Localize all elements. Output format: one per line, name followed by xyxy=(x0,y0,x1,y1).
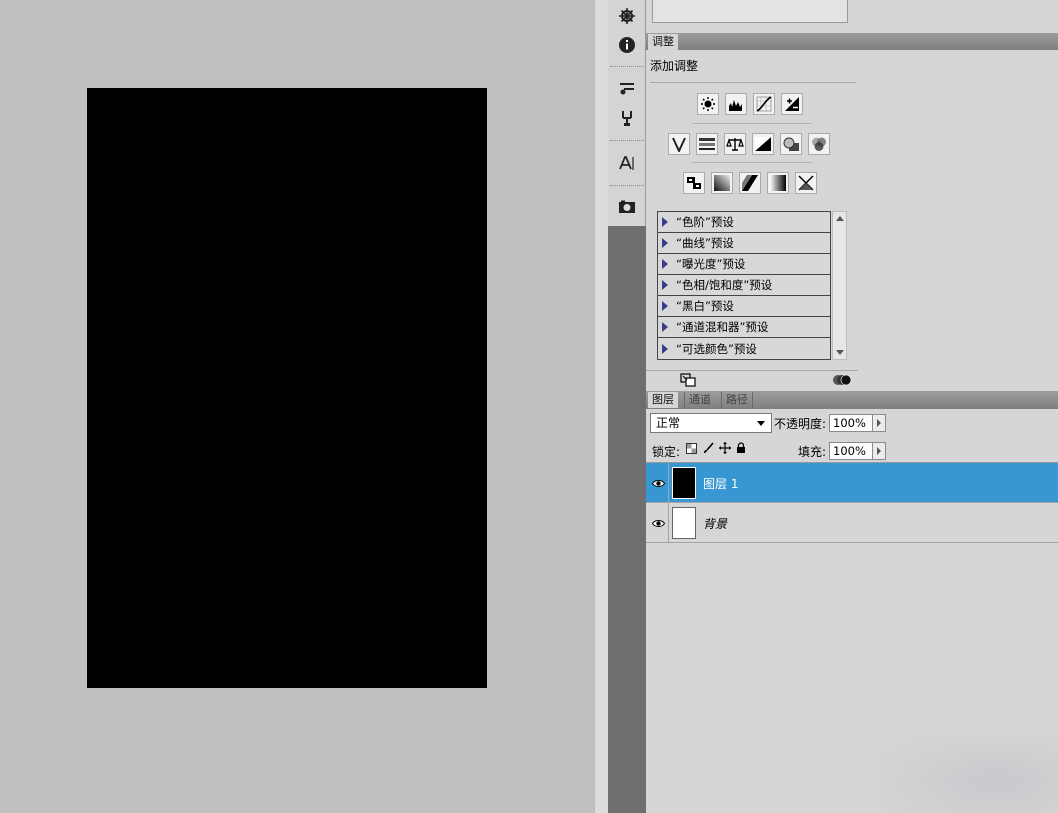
tab-channels[interactable]: 通道 xyxy=(684,392,715,408)
list-item[interactable]: “黑白”预设 xyxy=(658,296,830,317)
fill-input[interactable]: 100% xyxy=(829,442,873,460)
opacity-input[interactable]: 100% xyxy=(829,414,873,432)
presets-scrollbar[interactable] xyxy=(832,211,847,360)
hue-saturation-icon[interactable] xyxy=(696,133,718,155)
invert-icon[interactable] xyxy=(683,172,705,194)
layer-thumbnail xyxy=(672,467,696,499)
expand-triangle-icon[interactable] xyxy=(662,238,668,248)
expand-triangle-icon[interactable] xyxy=(662,322,668,332)
list-item[interactable]: “通道混和器”预设 xyxy=(658,317,830,338)
lock-label: 锁定: xyxy=(652,445,681,459)
lock-pixels-brush-icon[interactable] xyxy=(702,442,714,457)
lock-transparent-icon[interactable] xyxy=(686,442,697,457)
list-item[interactable]: “曝光度”预设 xyxy=(658,254,830,275)
visibility-eye-icon[interactable] xyxy=(649,503,669,543)
upper-panel-remnant xyxy=(652,0,848,23)
list-item[interactable]: “色阶”预设 xyxy=(658,212,830,233)
exposure-icon[interactable] xyxy=(781,93,803,115)
divider xyxy=(650,82,856,83)
adjustment-icons-row-3 xyxy=(683,172,817,194)
color-balance-icon[interactable] xyxy=(724,133,746,155)
opacity-label: 不透明度: xyxy=(774,417,827,431)
expand-triangle-icon[interactable] xyxy=(662,280,668,290)
tab-adjustments[interactable]: 调整 xyxy=(648,34,678,50)
lock-position-move-icon[interactable] xyxy=(719,442,731,457)
layer-row-background[interactable]: 背景 xyxy=(646,503,1058,543)
workspace-divider xyxy=(594,0,608,813)
list-item[interactable]: “曲线”预设 xyxy=(658,233,830,254)
camera-icon[interactable] xyxy=(615,196,639,218)
character-icon[interactable] xyxy=(615,152,639,174)
document-canvas[interactable] xyxy=(87,88,487,688)
channel-mixer-icon[interactable] xyxy=(808,133,830,155)
adjustments-footer xyxy=(646,370,858,390)
list-item[interactable]: “色相/饱和度”预设 xyxy=(658,275,830,296)
divider xyxy=(692,123,812,124)
info-icon[interactable] xyxy=(615,34,639,56)
dock-separator xyxy=(610,66,644,69)
layer-row-layer-1[interactable]: 图层 1 xyxy=(646,463,1058,503)
list-item[interactable]: “可选颜色”预设 xyxy=(658,338,830,359)
expand-triangle-icon[interactable] xyxy=(662,259,668,269)
expand-triangle-icon[interactable] xyxy=(662,217,668,227)
selective-color-icon[interactable] xyxy=(795,172,817,194)
threshold-icon[interactable] xyxy=(739,172,761,194)
document-workspace[interactable] xyxy=(0,0,594,813)
blend-mode-select[interactable]: 正常 xyxy=(650,413,772,433)
navigator-icon[interactable] xyxy=(615,5,639,27)
adjustment-icons-row-1 xyxy=(697,93,803,115)
dock-separator xyxy=(610,140,644,143)
visibility-eye-icon[interactable] xyxy=(649,463,669,503)
fill-label: 填充: xyxy=(798,445,827,459)
curves-icon[interactable] xyxy=(753,93,775,115)
scroll-down-icon[interactable] xyxy=(836,350,844,355)
chevron-down-icon xyxy=(757,421,765,426)
opacity-slider-button[interactable] xyxy=(872,414,886,432)
layer-name[interactable]: 背景 xyxy=(703,515,727,532)
photo-filter-icon[interactable] xyxy=(780,133,802,155)
clone-source-icon[interactable] xyxy=(615,107,639,129)
blurred-watermark-area xyxy=(880,735,1058,813)
fill-slider-button[interactable] xyxy=(872,442,886,460)
right-panels: 调整 添加调整 “色阶”预设 “曲线”预设 “曝光度”预设 “色相/饱和度”预设… xyxy=(646,0,1058,813)
brush-presets-icon[interactable] xyxy=(615,77,639,99)
layer-name[interactable]: 图层 1 xyxy=(703,475,738,492)
layers-tabbar: 图层 通道 路径 xyxy=(646,391,1058,409)
panel-dock xyxy=(608,0,646,813)
tab-paths[interactable]: 路径 xyxy=(721,392,753,408)
adjustments-tabbar: 调整 xyxy=(646,33,1058,50)
scroll-up-icon[interactable] xyxy=(836,216,844,221)
lock-all-icon[interactable] xyxy=(736,442,746,457)
adjustment-presets-list: “色阶”预设 “曲线”预设 “曝光度”预设 “色相/饱和度”预设 “黑白”预设 … xyxy=(657,211,831,360)
adjustment-icons-row-2 xyxy=(668,133,830,155)
dock-separator xyxy=(610,185,644,188)
lock-icons xyxy=(686,442,746,457)
posterize-icon[interactable] xyxy=(711,172,733,194)
expand-triangle-icon[interactable] xyxy=(662,301,668,311)
divider xyxy=(692,162,812,163)
add-adjustment-title: 添加调整 xyxy=(650,59,699,73)
black-white-icon[interactable] xyxy=(752,133,774,155)
tab-layers[interactable]: 图层 xyxy=(648,392,678,408)
brightness-contrast-icon[interactable] xyxy=(697,93,719,115)
levels-icon[interactable] xyxy=(725,93,747,115)
mask-options-icon[interactable] xyxy=(832,373,852,390)
dock-icon-strip xyxy=(608,0,646,226)
clip-to-layer-icon[interactable] xyxy=(680,373,696,390)
gradient-map-icon[interactable] xyxy=(767,172,789,194)
layer-thumbnail xyxy=(672,507,696,539)
expand-triangle-icon[interactable] xyxy=(662,343,668,354)
vibrance-icon[interactable] xyxy=(668,133,690,155)
